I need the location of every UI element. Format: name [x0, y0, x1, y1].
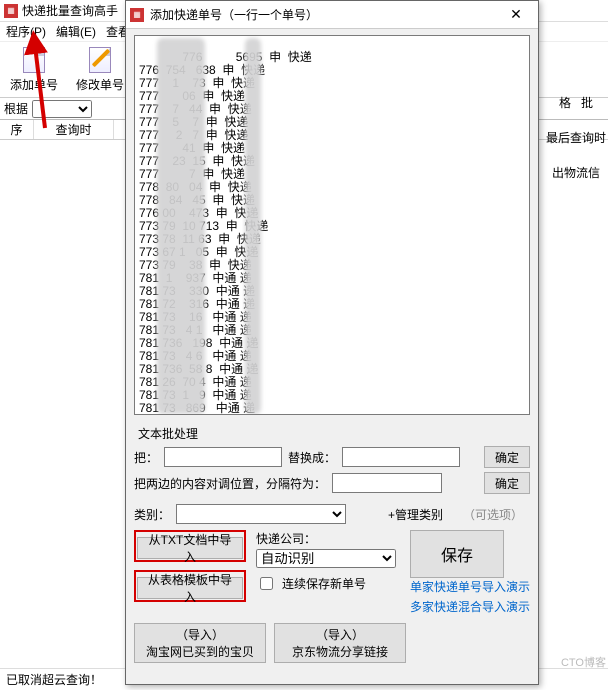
main-title-text: 快递批量查询高手: [22, 2, 118, 19]
swap-row: 把两边的内容对调位置，分隔符为： 确定: [134, 472, 530, 494]
highlight-template-import: 从表格模板中导入: [134, 570, 246, 602]
replace-to-label: 替换成：: [288, 449, 336, 466]
redaction-blur-2: [245, 38, 261, 414]
right-edge: 格 批 最后查询时 出物流信: [546, 94, 606, 199]
app-icon: ▦: [4, 4, 18, 18]
source-import-row: （导入） 淘宝网已买到的宝贝 （导入） 京东物流分享链接: [134, 623, 530, 663]
pencil-icon: [84, 46, 116, 74]
col-seq[interactable]: 序: [0, 120, 34, 139]
dialog-body: 776 5695 申 快递 776 754 638 申 快递 777 1 73 …: [126, 29, 538, 669]
dialog-title: 添加快递单号（一行一个单号）: [150, 6, 492, 23]
swap-delim-input[interactable]: [332, 473, 442, 493]
import-taobao-button[interactable]: （导入） 淘宝网已买到的宝贝: [134, 623, 266, 663]
swap-label: 把两边的内容对调位置，分隔符为：: [134, 475, 326, 492]
category-label: 类别：: [134, 506, 170, 523]
menu-program[interactable]: 程序(P): [6, 23, 46, 40]
batch-section-label: 文本批处理: [138, 425, 530, 442]
continuous-label: 连续保存新单号: [282, 575, 366, 592]
dialog-titlebar[interactable]: ▦ 添加快递单号（一行一个单号） ✕: [126, 1, 538, 29]
close-button[interactable]: ✕: [498, 2, 534, 28]
replace-ok-button[interactable]: 确定: [484, 446, 530, 468]
replace-from-input[interactable]: [164, 447, 282, 467]
add-number-dialog: ▦ 添加快递单号（一行一个单号） ✕ 776 5695 申 快递 776 754…: [125, 0, 539, 685]
dialog-icon: ▦: [130, 8, 144, 22]
replace-to-input[interactable]: [342, 447, 460, 467]
continuous-checkbox[interactable]: [260, 577, 273, 590]
btn-grid[interactable]: 格: [559, 96, 571, 110]
col-lastquery[interactable]: 最后查询时: [546, 129, 606, 146]
menu-edit[interactable]: 编辑(E): [56, 23, 96, 40]
highlight-txt-import: 从TXT文档中导入: [134, 530, 246, 562]
filter-select[interactable]: [32, 100, 92, 118]
btn-batch[interactable]: 批: [581, 96, 593, 110]
swap-ok-button[interactable]: 确定: [484, 472, 530, 494]
save-button[interactable]: 保存: [410, 530, 504, 578]
import-template-button[interactable]: 从表格模板中导入: [137, 577, 243, 599]
import-buttons: 从TXT文档中导入 从表格模板中导入: [134, 530, 246, 602]
category-row: 类别： +管理类别 （可选项）: [134, 504, 530, 524]
courier-block: 快递公司： 自动识别 连续保存新单号: [256, 530, 396, 597]
manage-category-link[interactable]: +管理类别: [388, 506, 443, 523]
toolbar-add[interactable]: 添加单号: [10, 46, 58, 93]
courier-select[interactable]: 自动识别: [256, 549, 396, 568]
toolbar-modify[interactable]: 修改单号: [76, 46, 124, 93]
replace-from-label: 把：: [134, 449, 158, 466]
filter-label: 根据: [4, 100, 28, 117]
replace-row: 把： 替换成： 确定: [134, 446, 530, 468]
courier-label: 快递公司：: [256, 530, 316, 547]
category-select[interactable]: [176, 504, 346, 524]
import-jd-button[interactable]: （导入） 京东物流分享链接: [274, 623, 406, 663]
redaction-blur: [157, 38, 205, 414]
numbers-textarea[interactable]: 776 5695 申 快递 776 754 638 申 快递 777 1 73 …: [134, 35, 530, 415]
col-outinfo[interactable]: 出物流信: [546, 164, 606, 181]
col-querytime[interactable]: 查询时: [34, 120, 114, 139]
demo-link-single[interactable]: 单家快递单号导入演示: [410, 578, 530, 595]
status-text: 已取消超云查询！: [6, 671, 102, 688]
optional-hint: （可选项）: [463, 506, 523, 523]
new-doc-icon: [18, 46, 50, 74]
import-txt-button[interactable]: 从TXT文档中导入: [137, 537, 243, 559]
watermark: CTO博客: [561, 654, 606, 670]
demo-link-mixed[interactable]: 多家快递混合导入演示: [410, 598, 530, 615]
